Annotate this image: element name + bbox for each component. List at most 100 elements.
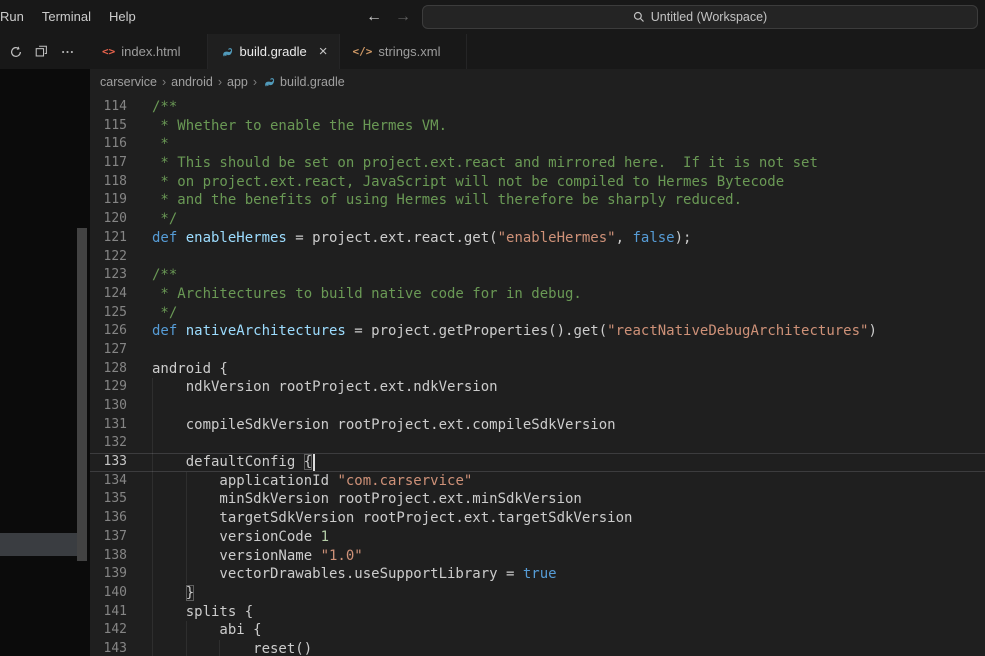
line-number[interactable]: 125 xyxy=(90,304,127,323)
line-number[interactable]: 133 xyxy=(90,453,127,472)
indent-guide xyxy=(186,621,187,640)
more-actions-icon[interactable] xyxy=(60,45,75,59)
code-content: ndkVersion rootProject.ext.ndkVersion xyxy=(152,378,985,397)
title-bar: RunTerminalHelp ← → Untitled (Workspace) xyxy=(0,0,985,34)
code-line-121[interactable]: 121def enableHermes = project.ext.react.… xyxy=(90,229,985,248)
code-token: 1 xyxy=(321,529,329,545)
code-token: enableHermes xyxy=(186,230,287,246)
line-number[interactable]: 131 xyxy=(90,416,127,435)
breadcrumb-label: build.gradle xyxy=(280,75,345,89)
line-number[interactable]: 126 xyxy=(90,322,127,341)
code-line-132[interactable]: 132 xyxy=(90,434,985,453)
tab-build.gradle[interactable]: build.gradle× xyxy=(208,34,341,69)
split-editor-icon[interactable] xyxy=(35,45,48,58)
code-line-139[interactable]: 139 vectorDrawables.useSupportLibrary = … xyxy=(90,565,985,584)
code-line-120[interactable]: 120 */ xyxy=(90,210,985,229)
line-number[interactable]: 124 xyxy=(90,285,127,304)
line-number[interactable]: 141 xyxy=(90,603,127,622)
code-line-143[interactable]: 143 reset() xyxy=(90,640,985,656)
tab-strings.xml[interactable]: </>strings.xml xyxy=(340,34,467,69)
code-line-122[interactable]: 122 xyxy=(90,248,985,267)
code-line-131[interactable]: 131 compileSdkVersion rootProject.ext.co… xyxy=(90,416,985,435)
code-line-128[interactable]: 128 android { xyxy=(90,360,985,379)
line-number[interactable]: 132 xyxy=(90,434,127,453)
workspace-search-box[interactable]: Untitled (Workspace) xyxy=(422,5,978,29)
line-number[interactable]: 129 xyxy=(90,378,127,397)
line-number[interactable]: 135 xyxy=(90,490,127,509)
code-line-119[interactable]: 119 * and the benefits of using Hermes w… xyxy=(90,191,985,210)
code-line-137[interactable]: 137 versionCode 1 xyxy=(90,528,985,547)
line-number[interactable]: 114 xyxy=(90,98,127,117)
line-number[interactable]: 143 xyxy=(90,640,127,656)
code-line-127[interactable]: 127 xyxy=(90,341,985,360)
code-line-125[interactable]: 125 */ xyxy=(90,304,985,323)
line-number[interactable]: 130 xyxy=(90,397,127,416)
code-content: * and the benefits of using Hermes will … xyxy=(152,191,985,210)
breadcrumb-item-android[interactable]: android xyxy=(171,75,213,89)
code-line-134[interactable]: 134 applicationId "com.carservice" xyxy=(90,472,985,491)
line-number[interactable]: 142 xyxy=(90,621,127,640)
code-content: * Architectures to build native code for… xyxy=(152,285,985,304)
code-line-135[interactable]: 135 minSdkVersion rootProject.ext.minSdk… xyxy=(90,490,985,509)
code-content: * xyxy=(152,135,985,154)
line-number[interactable]: 115 xyxy=(90,117,127,136)
code-line-118[interactable]: 118 * on project.ext.react, JavaScript w… xyxy=(90,173,985,192)
breadcrumb-item-build.gradle[interactable]: build.gradle xyxy=(262,75,345,89)
navigate-forward-icon[interactable]: → xyxy=(395,8,411,26)
workspace-search-label: Untitled (Workspace) xyxy=(651,10,767,24)
code-line-123[interactable]: 123 /** xyxy=(90,266,985,285)
menu-run[interactable]: Run xyxy=(0,0,33,34)
line-number[interactable]: 121 xyxy=(90,229,127,248)
gradle-file-icon xyxy=(262,75,276,89)
code-content: android { xyxy=(152,360,985,379)
indent-guide xyxy=(152,416,153,435)
sidebar-selected-item[interactable] xyxy=(0,533,85,556)
code-line-136[interactable]: 136 targetSdkVersion rootProject.ext.tar… xyxy=(90,509,985,528)
line-number[interactable]: 136 xyxy=(90,509,127,528)
code-line-114[interactable]: 114/** xyxy=(90,98,985,117)
line-number[interactable]: 122 xyxy=(90,248,127,267)
code-token: "reactNativeDebugArchitectures" xyxy=(607,323,868,339)
breadcrumb-item-app[interactable]: app xyxy=(227,75,248,89)
code-token: abi { xyxy=(152,622,262,638)
line-number[interactable]: 134 xyxy=(90,472,127,491)
code-line-133[interactable]: 133 defaultConfig { xyxy=(90,453,985,472)
code-line-129[interactable]: 129 ndkVersion rootProject.ext.ndkVersio… xyxy=(90,378,985,397)
code-line-126[interactable]: 126def nativeArchitectures = project.get… xyxy=(90,322,985,341)
code-editor[interactable]: 114/**115 * Whether to enable the Hermes… xyxy=(90,94,985,656)
code-token: minSdkVersion rootProject.ext.minSdkVers… xyxy=(152,491,582,507)
line-number[interactable]: 137 xyxy=(90,528,127,547)
code-line-140[interactable]: 140 } xyxy=(90,584,985,603)
line-number[interactable]: 139 xyxy=(90,565,127,584)
sidebar-scrollbar[interactable] xyxy=(77,228,87,561)
line-number[interactable]: 119 xyxy=(90,191,127,210)
line-number[interactable]: 128 xyxy=(90,360,127,379)
breadcrumb-item-carservice[interactable]: carservice xyxy=(100,75,157,89)
code-line-117[interactable]: 117 * This should be set on project.ext.… xyxy=(90,154,985,173)
line-number[interactable]: 116 xyxy=(90,135,127,154)
line-number[interactable]: 138 xyxy=(90,547,127,566)
code-line-115[interactable]: 115 * Whether to enable the Hermes VM. xyxy=(90,117,985,136)
code-token: vectorDrawables.useSupportLibrary = xyxy=(152,566,523,582)
line-number[interactable]: 127 xyxy=(90,341,127,360)
reopen-editor-icon[interactable] xyxy=(9,45,23,59)
menu-terminal[interactable]: Terminal xyxy=(33,0,100,34)
line-number[interactable]: 120 xyxy=(90,210,127,229)
code-content: minSdkVersion rootProject.ext.minSdkVers… xyxy=(152,490,985,509)
code-line-116[interactable]: 116 * xyxy=(90,135,985,154)
code-token: /** xyxy=(152,267,177,283)
code-line-142[interactable]: 142 abi { xyxy=(90,621,985,640)
line-number[interactable]: 123 xyxy=(90,266,127,285)
code-content: * This should be set on project.ext.reac… xyxy=(152,154,985,173)
tab-index.html[interactable]: <>index.html xyxy=(90,34,208,69)
code-line-130[interactable]: 130 xyxy=(90,397,985,416)
code-line-141[interactable]: 141 splits { xyxy=(90,603,985,622)
menu-help[interactable]: Help xyxy=(100,0,145,34)
line-number[interactable]: 117 xyxy=(90,154,127,173)
navigate-back-icon[interactable]: ← xyxy=(366,8,382,26)
code-line-138[interactable]: 138 versionName "1.0" xyxy=(90,547,985,566)
close-tab-icon[interactable]: × xyxy=(319,44,328,59)
line-number[interactable]: 140 xyxy=(90,584,127,603)
code-line-124[interactable]: 124 * Architectures to build native code… xyxy=(90,285,985,304)
line-number[interactable]: 118 xyxy=(90,173,127,192)
